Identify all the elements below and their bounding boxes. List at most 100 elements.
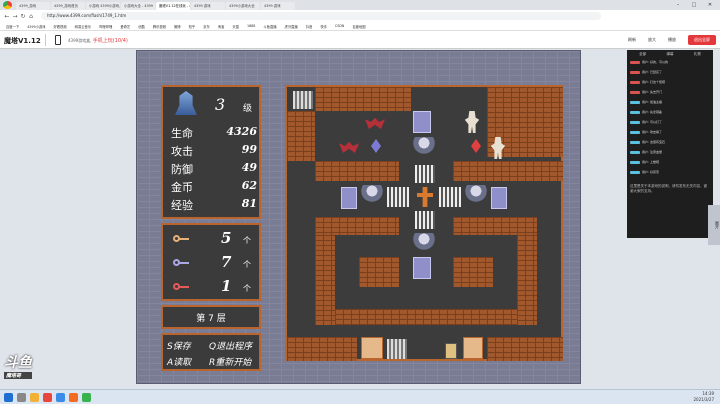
help-load: A读取 <box>167 358 192 368</box>
stat-label: 经验 <box>171 199 193 212</box>
chat-message: 用户: 已经买了 <box>630 70 662 74</box>
wall <box>315 87 411 111</box>
browser-tab[interactable]: 4399_游戏 <box>16 2 50 10</box>
stat-value: 49 <box>241 161 257 174</box>
bookmark-item[interactable]: 腾讯视频 <box>153 24 166 29</box>
user-badge-icon <box>630 110 640 114</box>
chrome-icon[interactable] <box>43 392 52 402</box>
floor-map[interactable] <box>285 85 563 361</box>
level-unit: 级 <box>243 104 253 114</box>
bookmark-item[interactable]: 知乎 <box>189 24 196 29</box>
bookmark-item[interactable]: 快手 <box>320 24 327 29</box>
browser-tab[interactable]: 4399小游戏大全 <box>226 2 260 10</box>
key-count: 5 <box>221 229 232 247</box>
clock-date: 2021/3/27 <box>693 397 714 402</box>
chat-text: 用户: 攻击够了 <box>642 130 662 134</box>
stat-row: 金币 62 <box>171 179 257 195</box>
minimize-icon[interactable]: – <box>670 0 686 10</box>
search-icon[interactable] <box>17 392 26 402</box>
browser-tab[interactable]: 小游戏 4399小游戏,小游戏大全 <box>86 2 120 10</box>
folder-icon[interactable] <box>30 392 39 402</box>
bookmark-item[interactable]: 抖音 <box>306 24 313 29</box>
chat-tab[interactable]: 全部 <box>639 52 646 57</box>
game-canvas[interactable]: 3 级 生命 4326 攻击 99 防御 49 金币 62 经验 81 5 个 7 个 1… <box>136 50 581 384</box>
brand-name: 斗鱼 <box>4 355 32 371</box>
key-unit: 个 <box>243 260 251 269</box>
bookmark-item[interactable]: 哔哩哔哩 <box>99 24 112 29</box>
wall <box>453 161 563 181</box>
bookmarks-bar: 百度一下 4399小游戏 好看视频 网易云音乐 哔哩哔哩 爱奇艺 优酷 腾讯视频 微博 知乎 京东 淘… <box>0 22 720 31</box>
exit-fullscreen-button[interactable]: 退出全屏 <box>688 35 716 45</box>
yellow-door-icon <box>361 337 383 359</box>
forward-icon[interactable]: → <box>11 13 19 20</box>
wall <box>287 337 357 361</box>
edge-icon[interactable] <box>56 392 65 402</box>
bookmark-item[interactable]: 爱奇艺 <box>120 24 130 29</box>
sidebar-toggle-button[interactable]: 展开 <box>708 205 720 245</box>
bookmark-item[interactable]: 京东 <box>203 24 210 29</box>
bookmark-item[interactable]: 优酷 <box>138 24 145 29</box>
knight-enemy-icon <box>465 185 487 205</box>
bookmark-item[interactable]: 好看视频 <box>53 24 66 29</box>
system-clock: 14:39 2021/3/27 <box>693 391 714 403</box>
stat-label: 防御 <box>171 163 193 176</box>
bookmark-item[interactable]: 4399小游戏 <box>27 24 45 29</box>
chat-text: 用户: 好的，可以的 <box>642 60 668 64</box>
game-header: 魔塔V1.12 4399游戏盒, 手机上玩(10/4) 刷新 放大 播放 退出全… <box>0 31 720 49</box>
help-quit: Q退出程序 <box>209 342 253 352</box>
wall <box>315 217 399 235</box>
chat-text: 用户: 上楼吧 <box>642 160 659 164</box>
close-icon[interactable]: ✕ <box>702 0 718 10</box>
bookmark-item[interactable]: 天猫 <box>232 24 239 29</box>
user-badge-icon <box>630 80 640 84</box>
browser-tab-active[interactable]: 魔塔V1.12在线玩 - 4399 <box>156 2 190 10</box>
game-box-line[interactable]: 4399游戏盒, 手机上玩(10/4) <box>68 37 128 44</box>
holy-cross-icon <box>417 187 433 207</box>
maximize-icon[interactable]: □ <box>686 0 702 10</box>
chrome-icon <box>3 1 12 9</box>
stairs-down-icon <box>387 339 407 359</box>
reload-icon[interactable]: ↻ <box>19 13 27 20</box>
chat-message: 用户: 好的，可以的 <box>630 60 668 64</box>
chat-tab[interactable]: 弹幕 <box>666 52 673 57</box>
zoom-button[interactable]: 放大 <box>648 37 656 43</box>
bookmark-item[interactable]: 斗鱼直播 <box>263 24 276 29</box>
stat-value: 81 <box>241 197 257 210</box>
bookmark-item[interactable]: 虎牙直播 <box>285 24 298 29</box>
browser-tab[interactable]: 4399_游戏首页 <box>51 2 85 10</box>
chat-tab[interactable]: 礼物 <box>694 52 701 57</box>
start-icon[interactable] <box>4 392 13 402</box>
play-button[interactable]: 播放 <box>668 37 676 43</box>
user-badge-icon <box>630 160 640 164</box>
chat-message: 用户: 攻击够了 <box>630 130 662 134</box>
refresh-button[interactable]: 刷新 <box>628 37 636 43</box>
douyu-brand-logo: 斗鱼 魔塔哥 <box>4 352 32 379</box>
bookmark-item[interactable]: 1688 <box>247 24 255 28</box>
user-badge-icon <box>630 120 640 124</box>
bookmark-item[interactable]: 微博 <box>174 24 181 29</box>
wall <box>335 309 517 325</box>
bookmark-item[interactable]: 网易云音乐 <box>75 24 91 29</box>
app-icon[interactable] <box>82 392 91 402</box>
iron-bars <box>415 211 435 229</box>
key-count: 7 <box>221 253 232 271</box>
chat-message: 用户: 上楼吧 <box>630 160 659 164</box>
browser-tab[interactable]: 4399 游戏 <box>191 2 225 10</box>
iron-bars <box>439 187 461 207</box>
url-field[interactable]: http://www.4399.com/flash/1749_1.htm <box>41 12 601 20</box>
wall <box>487 337 563 361</box>
bookmark-item[interactable]: 百度一下 <box>6 24 19 29</box>
mobile-play-link[interactable]: 手机上玩(10/4) <box>93 38 128 44</box>
browser-tab[interactable]: 小游戏大全 - 4399 <box>121 2 155 10</box>
divider <box>45 34 46 46</box>
bookmark-item[interactable]: 百度地图 <box>352 24 365 29</box>
home-icon[interactable]: ⌂ <box>27 13 35 20</box>
chat-notice: 这里是关于本游戏的说明，请勿发布无关内容，谢谢大家的支持。 <box>630 184 707 193</box>
browser-tab[interactable]: 4399 游戏 <box>261 2 295 10</box>
app-icon[interactable] <box>69 392 78 402</box>
bookmark-item[interactable]: 淘宝 <box>218 24 225 29</box>
bookmark-item[interactable]: CSDN <box>335 24 344 28</box>
iron-bars <box>415 165 435 183</box>
back-icon[interactable]: ← <box>3 13 11 20</box>
stat-label: 生命 <box>171 127 193 140</box>
